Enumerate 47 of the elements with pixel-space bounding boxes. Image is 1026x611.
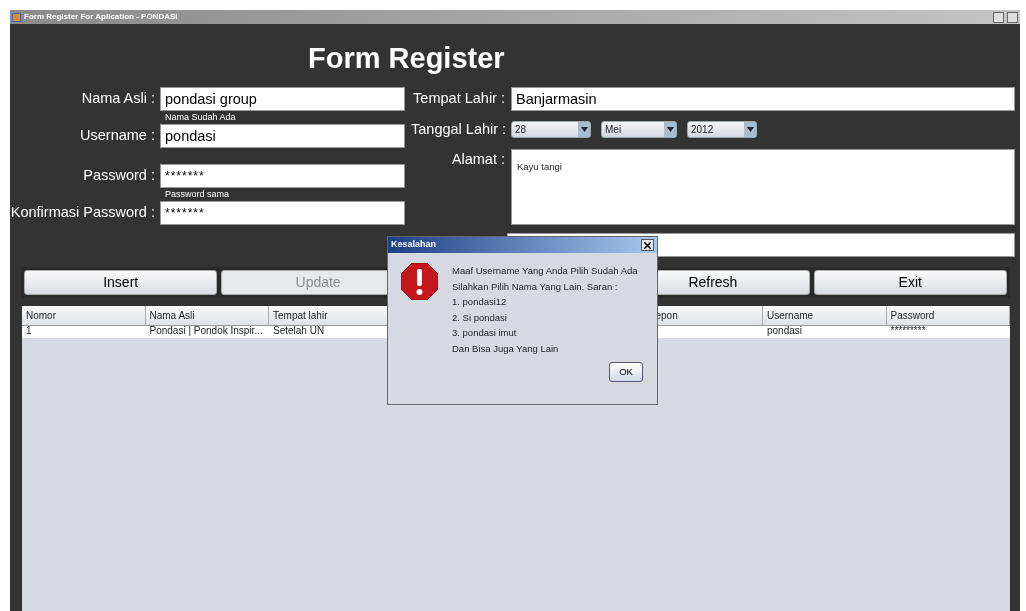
window-title: Form Register For Aplication - PONDASI (24, 11, 179, 23)
field-label: Nama Asli : (80, 89, 156, 109)
password-field[interactable]: ******* (160, 164, 405, 188)
field-label: Password : (82, 166, 156, 186)
message-text: Dan Bisa Juga Yang Lain (452, 342, 559, 354)
message-text: 2. Si pondasi (452, 311, 507, 323)
dropdown[interactable]: Mei (601, 121, 677, 139)
address-field[interactable]: Kayu tangi (511, 148, 1015, 225)
column-header: Password (890, 309, 935, 321)
text-field[interactable]: Banjarmasin (511, 87, 1015, 111)
table-cell: 1 (26, 324, 32, 336)
close-button[interactable] (641, 239, 654, 251)
hint-text: Nama Sudah Ada (165, 112, 236, 122)
table-cell: Pondasi | Pondok Inspir... (149, 324, 263, 336)
column-header: Tempat lahir (273, 309, 328, 321)
column-header: Nomor (26, 309, 56, 321)
error-icon (401, 263, 438, 300)
field-label: Konfirmasi Password : (10, 203, 156, 223)
text-field[interactable]: pondasi (160, 124, 405, 148)
action-button[interactable]: Insert (24, 269, 218, 295)
minimize-button[interactable] (993, 11, 1004, 23)
action-button[interactable]: Exit (813, 269, 1007, 295)
field-label: Tanggal Lahir : (411, 120, 508, 139)
table-cell: pondasi (767, 324, 803, 336)
message-text: 3. pondasi imut (452, 327, 517, 338)
message-text: Silahkan Pilih Nama Yang Lain. Saran : (452, 280, 618, 292)
restore-button[interactable] (1007, 11, 1018, 23)
dropdown-arrow-icon (666, 127, 674, 133)
dropdown-arrow-icon (580, 127, 588, 133)
dialog-title: Kesalahan (391, 238, 437, 252)
dropdown[interactable]: 28 (511, 121, 591, 139)
column-header: Nama Asli (149, 309, 195, 321)
dropdown-arrow-icon (746, 127, 754, 133)
field-label: Username : (79, 126, 156, 146)
table-cell: ********* (890, 324, 926, 336)
dropdown[interactable]: 2012 (687, 121, 757, 139)
column-header: Username (767, 309, 814, 321)
field-label: Tempat Lahir : (412, 89, 506, 109)
message-text: 1. pondasi12 (452, 296, 507, 307)
field-label: Alamat : (450, 149, 506, 169)
table-cell: Setelah UN (273, 324, 325, 336)
ok-button[interactable]: OK (609, 362, 643, 382)
text-field[interactable]: pondasi group (160, 87, 405, 111)
form-heading: Form Register (307, 41, 506, 76)
app-icon (12, 12, 21, 22)
password-field[interactable]: ******* (160, 201, 405, 225)
hint-text: Password sama (165, 189, 230, 199)
